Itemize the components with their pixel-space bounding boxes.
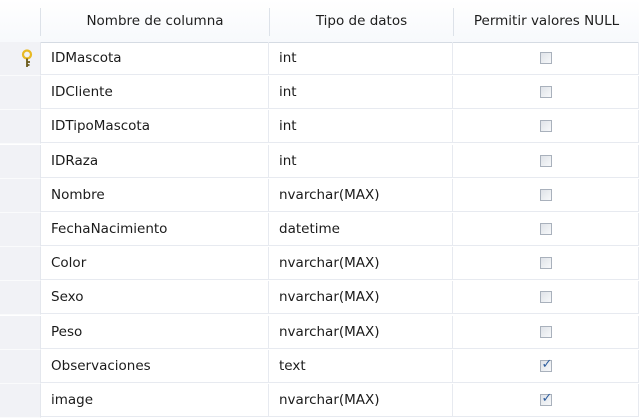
- column-name-cell[interactable]: FechaNacimiento: [41, 213, 269, 246]
- table-row[interactable]: FechaNacimiento datetime: [0, 213, 639, 247]
- allow-null-checkbox[interactable]: [540, 326, 552, 338]
- column-name-cell[interactable]: Color: [41, 247, 269, 280]
- data-type-cell[interactable]: nvarchar(MAX): [269, 179, 453, 212]
- column-name-cell[interactable]: IDMascota: [41, 42, 269, 75]
- table-row[interactable]: IDRaza int: [0, 145, 639, 179]
- table-row[interactable]: IDCliente int: [0, 76, 639, 110]
- allow-null-cell: [453, 281, 639, 314]
- data-type-cell[interactable]: nvarchar(MAX): [269, 281, 453, 314]
- data-type-cell[interactable]: int: [269, 145, 453, 178]
- column-name-cell[interactable]: Nombre: [41, 179, 269, 212]
- data-type-cell[interactable]: nvarchar(MAX): [269, 384, 453, 417]
- row-selector[interactable]: [0, 213, 41, 247]
- allow-null-cell: ✓: [453, 384, 639, 417]
- primary-key-icon: [21, 49, 33, 67]
- data-type-cell[interactable]: nvarchar(MAX): [269, 247, 453, 280]
- table-row[interactable]: Peso nvarchar(MAX): [0, 316, 639, 350]
- row-selector[interactable]: [0, 110, 41, 144]
- allow-null-checkbox[interactable]: ✓: [540, 357, 552, 372]
- allow-null-checkbox[interactable]: [540, 291, 552, 303]
- allow-null-cell: [453, 179, 639, 212]
- data-type-cell[interactable]: nvarchar(MAX): [269, 316, 453, 349]
- row-selector[interactable]: [0, 179, 41, 213]
- table-row[interactable]: image nvarchar(MAX) ✓: [0, 384, 639, 418]
- column-header-allow-null[interactable]: Permitir valores NULL: [454, 0, 639, 42]
- table-designer-grid: Nombre de columna Tipo de datos Permitir…: [0, 0, 639, 418]
- data-type-cell[interactable]: datetime: [269, 213, 453, 246]
- allow-null-checkbox[interactable]: [540, 52, 552, 64]
- allow-null-cell: [453, 145, 639, 178]
- table-row[interactable]: Color nvarchar(MAX): [0, 247, 639, 281]
- allow-null-cell: [453, 213, 639, 246]
- row-selector[interactable]: [0, 247, 41, 281]
- table-row[interactable]: IDTipoMascota int: [0, 110, 639, 144]
- column-name-cell[interactable]: Observaciones: [41, 350, 269, 383]
- row-selector[interactable]: [0, 350, 41, 384]
- allow-null-checkbox[interactable]: [540, 189, 552, 201]
- data-type-cell[interactable]: int: [269, 76, 453, 109]
- column-name-cell[interactable]: IDCliente: [41, 76, 269, 109]
- header-selector-cell: [0, 0, 40, 42]
- allow-null-checkbox[interactable]: [540, 257, 552, 269]
- row-selector[interactable]: [0, 384, 41, 418]
- table-row[interactable]: IDMascota int: [0, 42, 639, 76]
- data-type-cell[interactable]: text: [269, 350, 453, 383]
- allow-null-checkbox[interactable]: [540, 155, 552, 167]
- allow-null-checkbox[interactable]: [540, 223, 552, 235]
- grid-header: Nombre de columna Tipo de datos Permitir…: [0, 0, 639, 43]
- checkmark-icon: ✓: [541, 391, 553, 406]
- column-name-cell[interactable]: Sexo: [41, 281, 269, 314]
- column-name-cell[interactable]: IDRaza: [41, 145, 269, 178]
- row-selector[interactable]: [0, 281, 41, 315]
- allow-null-checkbox[interactable]: ✓: [540, 391, 552, 406]
- allow-null-cell: [453, 316, 639, 349]
- column-header-name[interactable]: Nombre de columna: [41, 0, 269, 42]
- checkmark-icon: ✓: [541, 357, 553, 372]
- row-selector[interactable]: [0, 145, 41, 179]
- table-row[interactable]: Nombre nvarchar(MAX): [0, 179, 639, 213]
- column-name-cell[interactable]: Peso: [41, 316, 269, 349]
- row-selector[interactable]: [0, 316, 41, 350]
- allow-null-checkbox[interactable]: [540, 120, 552, 132]
- allow-null-cell: [453, 247, 639, 280]
- allow-null-cell: ✓: [453, 350, 639, 383]
- table-row[interactable]: Sexo nvarchar(MAX): [0, 281, 639, 315]
- column-header-type[interactable]: Tipo de datos: [270, 0, 453, 42]
- allow-null-cell: [453, 110, 639, 143]
- data-type-cell[interactable]: int: [269, 42, 453, 75]
- row-selector[interactable]: [0, 76, 41, 110]
- row-selector[interactable]: [0, 42, 41, 76]
- allow-null-cell: [453, 76, 639, 109]
- allow-null-checkbox[interactable]: [540, 86, 552, 98]
- data-type-cell[interactable]: int: [269, 110, 453, 143]
- allow-null-cell: [453, 42, 639, 75]
- column-name-cell[interactable]: IDTipoMascota: [41, 110, 269, 143]
- column-name-cell[interactable]: image: [41, 384, 269, 417]
- table-row[interactable]: Observaciones text ✓: [0, 350, 639, 384]
